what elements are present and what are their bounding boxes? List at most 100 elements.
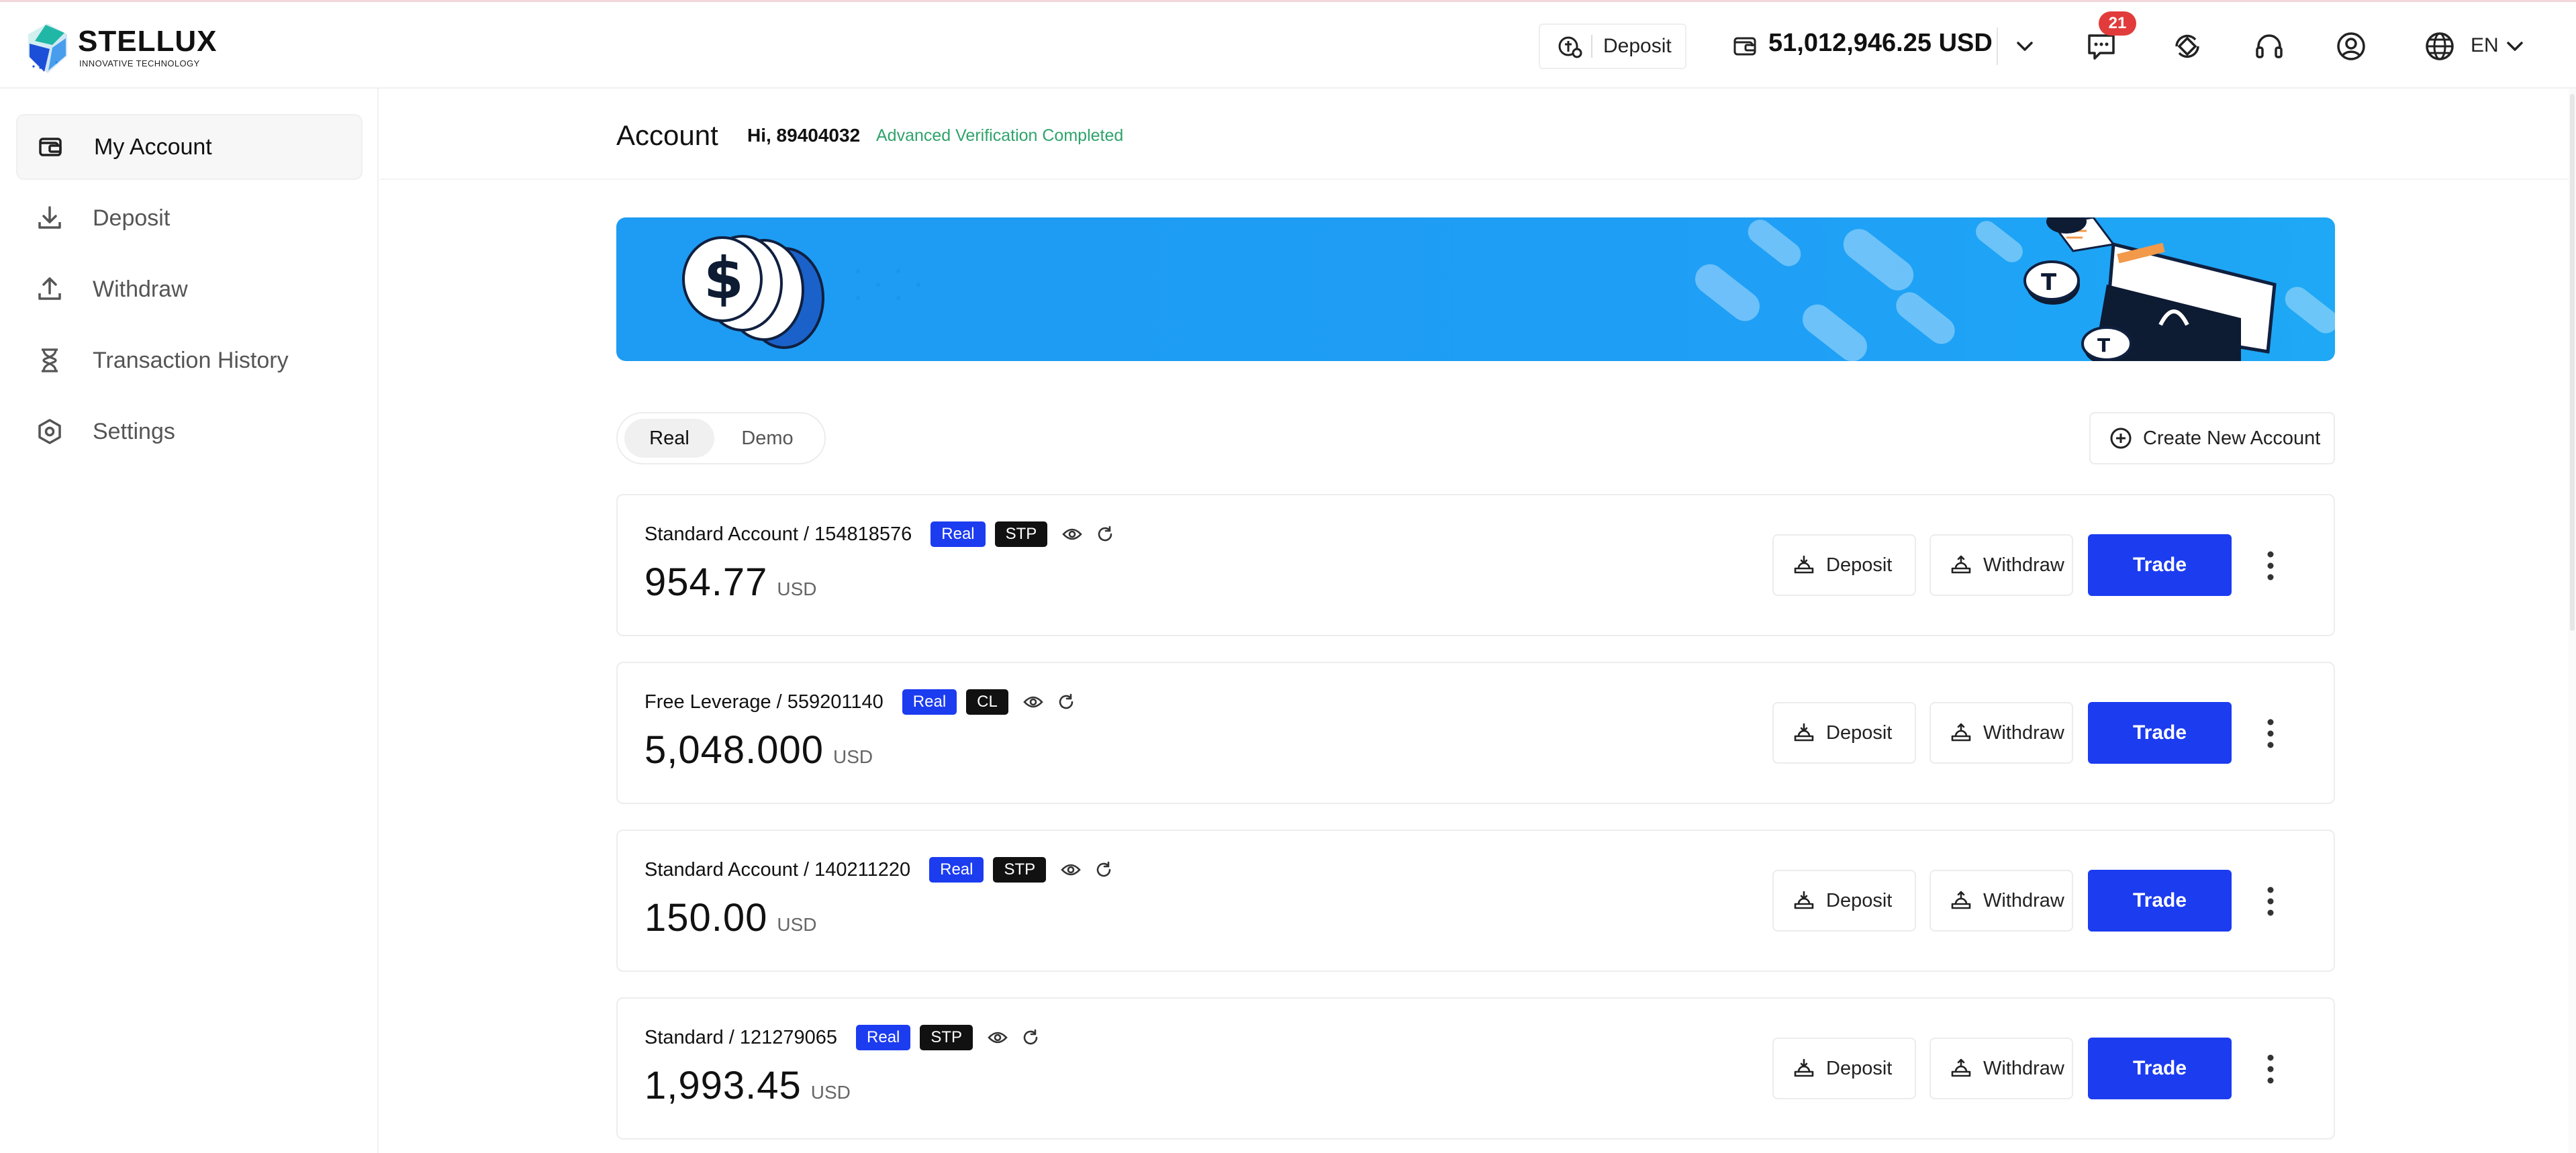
deposit-label: Deposit (1826, 1057, 1893, 1079)
eye-icon[interactable] (988, 1027, 1008, 1048)
brand-name: STELLUX (78, 25, 218, 58)
upload-icon (38, 277, 61, 300)
globe-icon[interactable] (2424, 30, 2456, 62)
tab-real[interactable]: Real (624, 419, 714, 458)
account-balance: 1,993.45 (645, 1064, 802, 1107)
sidebar-item-label: My Account (94, 134, 212, 160)
refresh-icon[interactable] (1096, 525, 1114, 544)
withdraw-button[interactable]: Withdraw (1929, 1038, 2073, 1099)
header-deposit-button[interactable]: Deposit (1539, 23, 1686, 69)
sidebar-item-label: Settings (93, 418, 175, 444)
stellux-logo[interactable]: STELLUX INNOVATIVE TECHNOLOGY (26, 22, 216, 76)
refresh-icon[interactable] (1057, 693, 1076, 711)
account-type-badge: CL (966, 689, 1008, 715)
sidebar-item-label: Deposit (93, 205, 171, 231)
deposit-label: Deposit (1826, 889, 1893, 911)
deposit-button[interactable]: Deposit (1772, 1038, 1916, 1099)
withdraw-button[interactable]: Withdraw (1929, 870, 2073, 932)
language-selector[interactable]: EN (2471, 34, 2499, 57)
deposit-label: Deposit (1826, 721, 1893, 744)
account-balance: 954.77 (645, 560, 768, 604)
sidebar-item-my-account[interactable]: My Account (16, 114, 363, 180)
chevron-down-icon[interactable] (2504, 36, 2526, 57)
tab-demo[interactable]: Demo (718, 419, 816, 458)
eye-icon[interactable] (1061, 860, 1081, 880)
scrollbar-thumb[interactable] (2570, 94, 2575, 631)
account-currency: USD (833, 746, 873, 767)
refresh-icon[interactable] (1094, 860, 1113, 879)
account-real-badge: Real (902, 689, 957, 715)
promo-banner[interactable]: $ T T (616, 217, 2335, 361)
more-options-icon[interactable] (2264, 549, 2277, 583)
sidebar-item-withdraw[interactable]: Withdraw (16, 256, 363, 322)
account-name: Standard Account / 154818576 (645, 523, 912, 545)
account-real-badge: Real (931, 521, 986, 547)
account-balance: 5,048.000 (645, 728, 824, 772)
withdraw-label: Withdraw (1983, 554, 2064, 576)
account-name: Free Leverage / 559201140 (645, 691, 884, 713)
create-new-account-label: Create New Account (2143, 427, 2321, 449)
sidebar-item-settings[interactable]: Settings (16, 399, 363, 464)
withdraw-icon (1951, 555, 1971, 574)
create-new-account-button[interactable]: Create New Account (2089, 412, 2335, 464)
eye-icon[interactable] (1023, 692, 1043, 712)
withdraw-label: Withdraw (1983, 721, 2064, 744)
account-real-badge: Real (856, 1025, 911, 1050)
sidebar-item-label: Withdraw (93, 276, 188, 302)
svg-text:T: T (2041, 269, 2057, 296)
trade-button[interactable]: Trade (2088, 534, 2232, 596)
deposit-icon (1794, 723, 1814, 742)
trade-button[interactable]: Trade (2088, 870, 2232, 932)
account-real-badge: Real (929, 857, 984, 883)
total-balance: 51,012,946.25 USD (1768, 29, 1993, 57)
headset-icon[interactable] (2253, 30, 2285, 62)
account-currency: USD (777, 579, 817, 599)
withdraw-button[interactable]: Withdraw (1929, 534, 2073, 596)
deposit-icon (1794, 1058, 1814, 1077)
logo-mark-icon (28, 23, 67, 73)
more-options-icon[interactable] (2264, 885, 2277, 918)
dollar-coin-icon: $ (682, 235, 824, 349)
top-header: STELLUX INNOVATIVE TECHNOLOGY Deposit 51… (0, 0, 2576, 89)
svg-text:T: T (2097, 334, 2110, 356)
brand-tagline: INNOVATIVE TECHNOLOGY (79, 58, 200, 68)
sync-icon[interactable] (2171, 30, 2203, 62)
sidebar-item-label: Transaction History (93, 347, 289, 373)
user-circle-icon[interactable] (2335, 30, 2367, 62)
sidebar-item-transaction-history[interactable]: Transaction History (16, 328, 363, 393)
account-card: Standard Account / 154818576 Real STP 95… (616, 494, 2335, 636)
withdraw-icon (1951, 891, 1971, 909)
banner-dots (856, 269, 920, 300)
trade-button[interactable]: Trade (2088, 702, 2232, 764)
deposit-label: Deposit (1826, 554, 1893, 576)
withdraw-button[interactable]: Withdraw (1929, 702, 2073, 764)
account-name: Standard / 121279065 (645, 1026, 838, 1048)
account-name: Standard Account / 140211220 (645, 858, 911, 881)
chevron-down-icon[interactable] (2014, 36, 2036, 57)
settings-icon (38, 419, 61, 444)
trade-button[interactable]: Trade (2088, 1038, 2232, 1099)
more-options-icon[interactable] (2264, 1052, 2277, 1086)
sidebar: My Account Deposit Withdraw Transaction … (0, 89, 379, 1153)
account-currency: USD (777, 914, 817, 935)
deposit-button[interactable]: Deposit (1772, 702, 1916, 764)
deposit-button[interactable]: Deposit (1772, 534, 1916, 596)
hourglass-icon (42, 348, 58, 372)
account-currency: USD (810, 1082, 851, 1103)
svg-text:$: $ (704, 245, 744, 312)
page-title: Account (616, 119, 718, 151)
wallet-icon (1733, 37, 1756, 56)
sidebar-item-deposit[interactable]: Deposit (16, 185, 363, 251)
deposit-button[interactable]: Deposit (1772, 870, 1916, 932)
title-divider (380, 179, 2576, 180)
user-greeting: Hi, 89404032 (747, 125, 861, 146)
verification-status: Advanced Verification Completed (876, 126, 1124, 145)
withdraw-icon (1951, 723, 1971, 742)
refresh-icon[interactable] (1021, 1028, 1040, 1047)
account-type-badge: STP (993, 857, 1047, 883)
plus-circle-icon (2110, 428, 2132, 449)
notification-count-badge: 21 (2099, 11, 2136, 36)
eye-icon[interactable] (1062, 524, 1083, 544)
more-options-icon[interactable] (2264, 717, 2277, 750)
banner-illustration: $ T T (682, 217, 2335, 361)
